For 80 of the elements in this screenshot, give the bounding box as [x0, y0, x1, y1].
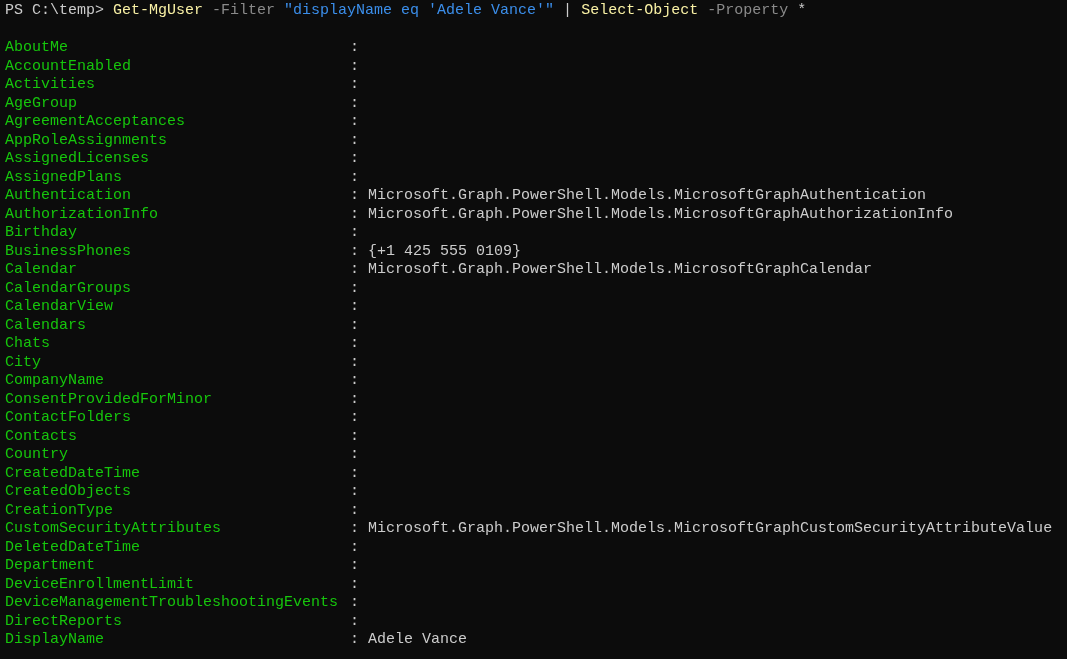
property-name: DeviceManagementTroubleshootingEvents: [5, 594, 339, 611]
separator: :: [350, 372, 359, 391]
operator: *: [797, 2, 807, 21]
property-value: Microsoft.Graph.PowerShell.Models.MicrosoftGraphCalendar: [368, 261, 873, 280]
separator: :: [350, 538, 359, 557]
separator: :: [350, 464, 359, 483]
property-name: CalendarGroups: [5, 279, 132, 297]
separator: :: [350, 224, 359, 243]
separator: :: [350, 575, 359, 594]
property-name: Department: [5, 557, 95, 574]
property-name: CreatedDateTime: [5, 464, 141, 482]
property-name: Chats: [5, 335, 50, 352]
property-value: {+1 425 555 0109}: [368, 242, 522, 261]
separator: :: [350, 501, 359, 520]
property-name: ContactFolders: [5, 409, 132, 426]
property-name: BusinessPhones: [5, 242, 132, 260]
separator: :: [350, 205, 359, 224]
separator: :: [350, 594, 359, 613]
property-name: DirectReports: [5, 612, 123, 630]
property-name: AssignedLicenses: [5, 150, 150, 167]
property-name: AppRoleAssignments: [5, 131, 168, 149]
separator: :: [350, 150, 359, 169]
property-name: AgreementAcceptances: [5, 113, 186, 130]
property-name: CalendarView: [5, 298, 114, 315]
command-name: Select-Object: [581, 2, 699, 21]
parameter-name: -Property: [707, 2, 789, 21]
property-name: CompanyName: [5, 372, 105, 389]
separator: :: [350, 39, 359, 58]
separator: :: [350, 242, 359, 261]
separator: :: [350, 557, 359, 576]
separator: :: [350, 631, 359, 650]
parameter-name: -Filter: [212, 2, 276, 21]
prompt: PS C:\temp>: [5, 2, 105, 21]
separator: :: [350, 76, 359, 95]
property-name: Calendars: [5, 316, 86, 334]
separator: :: [350, 316, 359, 335]
separator: :: [350, 298, 359, 317]
separator: :: [350, 390, 359, 409]
property-name: AgeGroup: [5, 94, 77, 112]
property-name: Authentication: [5, 187, 132, 204]
separator: :: [350, 261, 359, 280]
property-name: Calendar: [5, 261, 77, 278]
property-name: AssignedPlans: [5, 168, 123, 186]
property-name: Activities: [5, 76, 95, 93]
separator: :: [350, 113, 359, 132]
separator: :: [350, 131, 359, 150]
command-name: Get-MgUser: [113, 2, 204, 21]
separator: :: [350, 409, 359, 428]
separator: :: [350, 57, 359, 76]
string-literal: "displayName eq 'Adele Vance'": [284, 2, 555, 21]
operator: |: [563, 2, 573, 21]
property-name: Contacts: [5, 427, 77, 445]
separator: :: [350, 483, 359, 502]
property-name: Country: [5, 446, 68, 463]
property-name: AboutMe: [5, 39, 68, 56]
property-value: Microsoft.Graph.PowerShell.Models.MicrosoftGraphAuthorizationInfo: [368, 205, 954, 224]
property-value: Microsoft.Graph.PowerShell.Models.MicrosoftGraphAuthentication: [368, 187, 927, 206]
property-value: Adele Vance: [368, 631, 468, 650]
property-name: AuthorizationInfo: [5, 205, 159, 223]
separator: :: [350, 335, 359, 354]
separator: :: [350, 612, 359, 631]
property-name: DisplayName: [5, 631, 105, 648]
property-name: City: [5, 353, 41, 371]
separator: :: [350, 446, 359, 465]
separator: :: [350, 279, 359, 298]
separator: :: [350, 353, 359, 372]
property-name: CustomSecurityAttributes: [5, 520, 222, 537]
separator: :: [350, 427, 359, 446]
property-name: Birthday: [5, 224, 77, 241]
property-name: CreationType: [5, 501, 114, 519]
property-name: CreatedObjects: [5, 483, 132, 500]
separator: :: [350, 168, 359, 187]
separator: :: [350, 520, 359, 539]
property-name: ConsentProvidedForMinor: [5, 390, 213, 408]
property-name: DeviceEnrollmentLimit: [5, 575, 195, 593]
property-name: DeletedDateTime: [5, 538, 141, 556]
separator: :: [350, 94, 359, 113]
separator: :: [350, 187, 359, 206]
property-value: Microsoft.Graph.PowerShell.Models.MicrosoftGraphCustomSecurityAttributeValue: [368, 520, 1053, 539]
property-name: AccountEnabled: [5, 57, 132, 75]
